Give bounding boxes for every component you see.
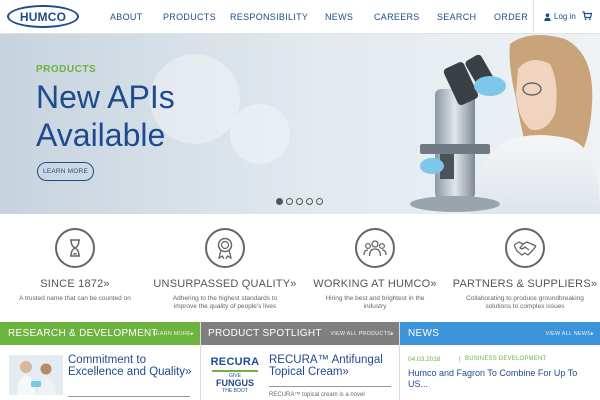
login-label: Log in <box>554 12 576 21</box>
panel-view-all-products-link[interactable]: VIEW ALL PRODUCTS▸ <box>330 331 394 337</box>
panel-divider <box>68 396 190 397</box>
news-date: 04.03.2018 <box>408 356 441 363</box>
feature-icon-circle <box>205 228 245 268</box>
recura-product-logo[interactable]: RECURA GIVE FUNGUS THE BOOT <box>208 354 262 394</box>
panel-link-text: VIEW ALL PRODUCTS <box>330 331 392 337</box>
panel-title: NEWS <box>408 328 440 339</box>
award-ribbon-icon <box>217 237 233 259</box>
spotlight-desc: RECURA™ topical cream is a novel <box>269 392 365 398</box>
panel-title: RESEARCH & DEVELOPMENT <box>8 328 158 339</box>
feature-icon-circle <box>505 228 545 268</box>
feature-title[interactable]: WORKING AT HUMCO» <box>300 278 450 290</box>
panel-link-text: VIEW ALL NEWS <box>545 331 592 337</box>
feature-title-text: SINCE 1872 <box>40 278 104 290</box>
panel-header: RESEARCH & DEVELOPMENT LEARN MORE▸ <box>0 322 200 345</box>
feature-working-at-humco[interactable]: WORKING AT HUMCO» Hiring the best and br… <box>300 214 450 322</box>
nav-news[interactable]: NEWS <box>325 12 353 22</box>
logo-text: HUMCO <box>19 9 67 24</box>
panel-title: PRODUCT SPOTLIGHT <box>208 328 322 339</box>
rd-headline-text: Commitment to Excellence and Quality <box>68 354 185 378</box>
hero-title-line2: Available <box>36 117 166 153</box>
spotlight-headline-text: RECURA™ Antifungal Topical Cream <box>269 354 383 378</box>
nav-products[interactable]: PRODUCTS <box>163 12 216 22</box>
panel-link-text: LEARN MORE <box>152 331 192 337</box>
feature-title[interactable]: SINCE 1872» <box>0 278 150 290</box>
carousel-dot[interactable] <box>296 198 303 205</box>
hero-title-line1: New APIs <box>36 79 175 115</box>
nav-careers[interactable]: CAREERS <box>374 12 420 22</box>
nav-search[interactable]: SEARCH <box>437 12 476 22</box>
scientist-microscope-image <box>410 35 600 214</box>
panel-header: NEWS VIEW ALL NEWS▸ <box>400 322 600 345</box>
login-link[interactable]: Log in <box>544 12 576 21</box>
feature-icon-circle <box>355 228 395 268</box>
handshake-icon <box>513 241 537 256</box>
features-row: SINCE 1872» A trusted name that can be c… <box>0 214 600 322</box>
panel-header: PRODUCT SPOTLIGHT VIEW ALL PRODUCTS▸ <box>200 322 400 345</box>
nav-order[interactable]: ORDER <box>494 12 528 22</box>
feature-desc: A trusted name that can be counted on <box>19 295 131 302</box>
nav-about[interactable]: ABOUT <box>110 12 143 22</box>
account-area: Log in <box>533 0 600 34</box>
feature-icon-circle <box>55 228 95 268</box>
feature-desc: Collaborating to produce groundbreaking … <box>466 295 584 310</box>
lab-workers-image <box>9 355 63 395</box>
feature-desc: Adhering to the highest standards to imp… <box>172 295 278 310</box>
carousel-dot[interactable] <box>276 198 283 205</box>
feature-desc: Hiring the best and brightest in the ind… <box>325 295 425 310</box>
hourglass-icon <box>70 239 80 257</box>
panel-product-spotlight: PRODUCT SPOTLIGHT VIEW ALL PRODUCTS▸ REC… <box>200 322 400 400</box>
hero-carousel: PRODUCTS New APIs Available LEARN MORE <box>0 34 600 214</box>
panel-view-all-news-link[interactable]: VIEW ALL NEWS▸ <box>546 331 594 337</box>
user-icon <box>544 12 551 21</box>
people-group-icon <box>363 240 387 257</box>
recura-swoosh <box>212 370 258 372</box>
hero-learn-more-button[interactable]: LEARN MORE <box>37 162 94 181</box>
feature-title[interactable]: UNSURPASSED QUALITY» <box>150 278 300 290</box>
nav-responsibility[interactable]: RESPONSIBILITY <box>230 12 308 22</box>
site-header: HUMCO ABOUT PRODUCTS RESPONSIBILITY NEWS… <box>0 0 600 34</box>
carousel-dot[interactable] <box>286 198 293 205</box>
feature-partners-suppliers[interactable]: PARTNERS & SUPPLIERS» Collaborating to p… <box>450 214 600 322</box>
lab-workers-illustration <box>9 355 63 395</box>
feature-title[interactable]: PARTNERS & SUPPLIERS» <box>450 278 600 290</box>
panel-separator <box>200 322 201 400</box>
recura-tag3: THE BOOT <box>222 388 248 394</box>
panel-research-development: RESEARCH & DEVELOPMENT LEARN MORE▸ Commi… <box>0 322 200 400</box>
news-category-link[interactable]: BUSINESS DEVELOPMENT <box>459 356 546 362</box>
humco-logo[interactable]: HUMCO <box>7 5 79 28</box>
panel-separator <box>399 322 400 400</box>
rd-headline-link[interactable]: Commitment to Excellence and Quality» <box>68 354 193 378</box>
recura-brand: RECURA <box>210 356 260 368</box>
hero-eyebrow: PRODUCTS <box>36 64 97 75</box>
carousel-dot[interactable] <box>306 198 313 205</box>
news-headline-link[interactable]: Humco and Fagron To Combine For Up To US… <box>408 368 598 390</box>
carousel-dot[interactable] <box>316 198 323 205</box>
panel-divider <box>269 386 391 387</box>
spotlight-headline-link[interactable]: RECURA™ Antifungal Topical Cream» <box>269 354 394 378</box>
feature-since-1872[interactable]: SINCE 1872» A trusted name that can be c… <box>0 214 150 322</box>
feature-title-text: PARTNERS & SUPPLIERS <box>452 278 591 290</box>
feature-unsurpassed-quality[interactable]: UNSURPASSED QUALITY» Adhering to the hig… <box>150 214 300 322</box>
feature-title-text: WORKING AT HUMCO <box>313 278 431 290</box>
cart-icon[interactable] <box>582 11 592 21</box>
panel-news: NEWS VIEW ALL NEWS▸ 04.03.2018 BUSINESS … <box>400 322 600 400</box>
feature-title-text: UNSURPASSED QUALITY <box>153 278 291 290</box>
panel-learn-more-link[interactable]: LEARN MORE▸ <box>153 331 194 337</box>
recura-tag2: FUNGUS <box>216 378 254 388</box>
hero-title: New APIs Available <box>36 78 256 154</box>
carousel-dots <box>276 198 323 205</box>
